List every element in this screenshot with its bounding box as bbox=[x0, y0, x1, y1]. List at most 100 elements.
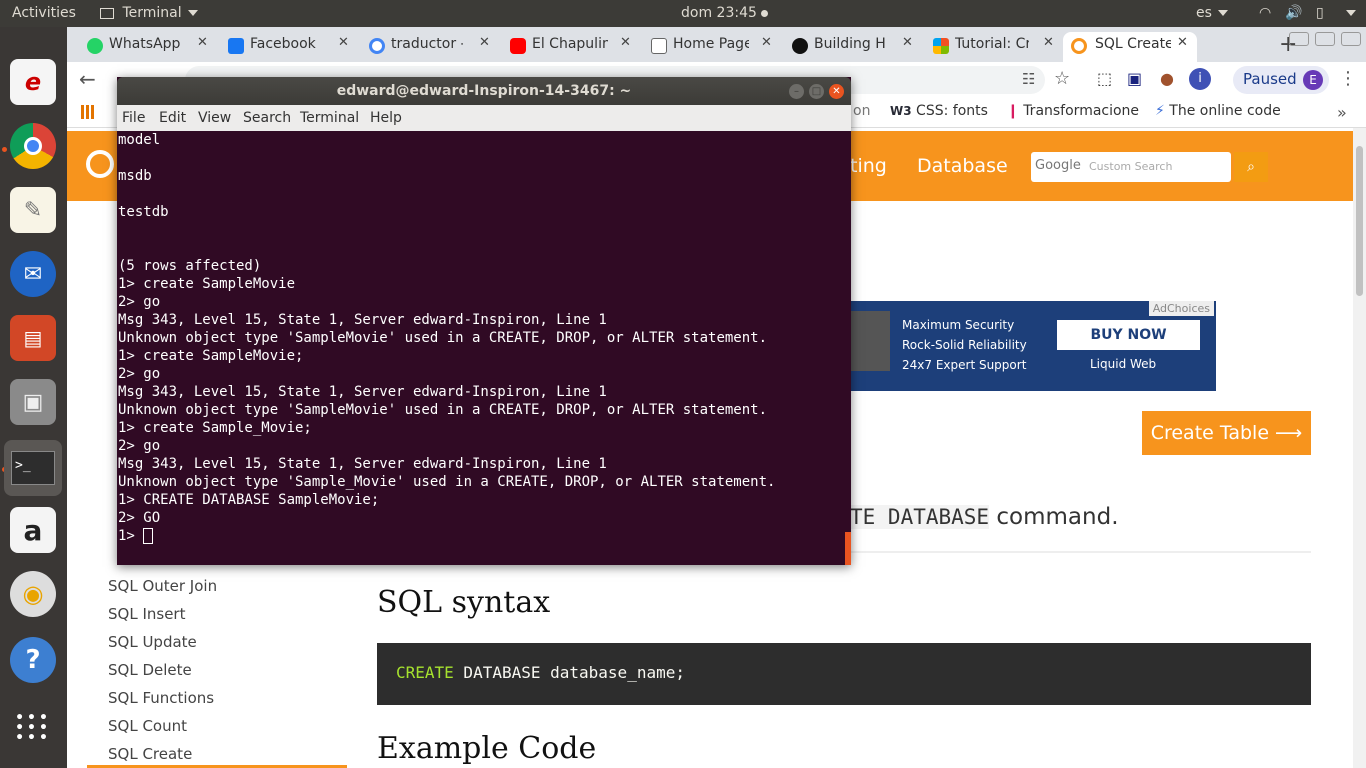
thunderbird-icon[interactable]: ✉ bbox=[10, 251, 56, 297]
tab-facebook[interactable]: Facebook ✕ bbox=[228, 32, 352, 62]
tab-tutorial[interactable]: Tutorial: Cr ✕ bbox=[933, 32, 1057, 62]
sidebar-item-update[interactable]: SQL Update bbox=[108, 633, 197, 651]
page-icon bbox=[651, 38, 667, 54]
menu-view[interactable]: View bbox=[198, 110, 231, 126]
search-button[interactable]: ⌕ bbox=[1234, 152, 1268, 182]
sidebar-item-functions[interactable]: SQL Functions bbox=[108, 689, 214, 707]
close-icon[interactable]: ✕ bbox=[902, 35, 913, 50]
chrome-icon[interactable] bbox=[10, 123, 56, 169]
extension-i-icon[interactable]: i bbox=[1189, 68, 1211, 90]
terminal-cursor bbox=[143, 528, 154, 544]
create-table-button[interactable]: Create Table ⟶ bbox=[1142, 411, 1311, 455]
more-menu-icon[interactable]: ⋮ bbox=[1339, 68, 1357, 89]
lightning-icon: ⚡ bbox=[1155, 103, 1165, 119]
sidebar-item-outer-join[interactable]: SQL Outer Join bbox=[108, 577, 217, 595]
tab-home-page[interactable]: Home Page ✕ bbox=[651, 32, 775, 62]
close-icon[interactable]: ✕ bbox=[338, 35, 349, 50]
screenshot-icon[interactable]: ⬚ bbox=[1097, 69, 1112, 88]
bookmark-item[interactable]: on bbox=[853, 103, 870, 119]
show-applications-icon[interactable]: ••• ••• ••• bbox=[10, 705, 56, 751]
battery-icon[interactable]: ▯ bbox=[1316, 5, 1324, 21]
amazon-icon[interactable]: a bbox=[10, 507, 56, 553]
ad-brand: Liquid Web bbox=[1090, 357, 1157, 371]
tab-label: Building H bbox=[814, 36, 886, 52]
app-menu-label: Terminal bbox=[122, 5, 182, 21]
bookmark-online-code[interactable]: ⚡ The online code bbox=[1155, 103, 1281, 119]
terminal-line: Msg 343, Level 15, State 1, Server edwar… bbox=[118, 312, 607, 328]
extension-reader-icon[interactable]: ▣ bbox=[1127, 69, 1142, 88]
tab-traductor[interactable]: traductor - ✕ bbox=[369, 32, 493, 62]
menu-terminal[interactable]: Terminal bbox=[300, 110, 359, 126]
volume-icon[interactable]: 🔊 bbox=[1285, 5, 1302, 21]
code-keyword: CREATE bbox=[396, 663, 454, 682]
bookmarks-overflow-icon[interactable]: » bbox=[1337, 103, 1347, 122]
nav-link-database[interactable]: Database bbox=[917, 155, 1008, 177]
text-editor-icon[interactable]: ✎ bbox=[10, 187, 56, 233]
terminal-prompt-line[interactable]: 1> bbox=[118, 527, 851, 545]
nav-link-hosting[interactable]: ting bbox=[850, 155, 887, 177]
close-icon[interactable]: ✕ bbox=[479, 35, 490, 50]
page-scrollbar[interactable] bbox=[1353, 128, 1366, 768]
terminal-line: testdb bbox=[118, 204, 169, 220]
close-window-button[interactable] bbox=[1341, 32, 1361, 46]
sidebar-item-count[interactable]: SQL Count bbox=[108, 717, 187, 735]
minimize-icon[interactable]: – bbox=[789, 84, 804, 99]
wifi-icon[interactable]: ◠ bbox=[1259, 5, 1271, 21]
system-menu[interactable] bbox=[1340, 5, 1356, 21]
sidebar-item-delete[interactable]: SQL Delete bbox=[108, 661, 192, 679]
sidebar-item-insert[interactable]: SQL Insert bbox=[108, 605, 185, 623]
menu-edit[interactable]: Edit bbox=[159, 110, 186, 126]
maximize-button[interactable] bbox=[1315, 32, 1335, 46]
close-icon[interactable]: ✕ bbox=[829, 84, 844, 99]
minimize-button[interactable] bbox=[1289, 32, 1309, 46]
help-icon[interactable]: ? bbox=[10, 637, 56, 683]
activities-button[interactable]: Activities bbox=[12, 5, 76, 21]
site-search-input[interactable]: Google Custom Search bbox=[1031, 152, 1231, 182]
terminal-window[interactable]: edward@edward-Inspiron-14-3467: ~ – □ ✕ … bbox=[117, 77, 851, 565]
tab-building[interactable]: Building H ✕ bbox=[792, 32, 916, 62]
language-label: es bbox=[1196, 5, 1212, 21]
tab-chapulin[interactable]: El Chapulin ✕ bbox=[510, 32, 634, 62]
clock[interactable]: dom 23:45 bbox=[681, 5, 769, 21]
language-menu[interactable]: es bbox=[1196, 5, 1228, 21]
menu-help[interactable]: Help bbox=[370, 110, 402, 126]
files-icon[interactable]: ▣ bbox=[10, 379, 56, 425]
close-icon[interactable]: ✕ bbox=[1177, 35, 1188, 50]
close-icon[interactable]: ✕ bbox=[761, 35, 772, 50]
chevron-down-icon bbox=[1346, 10, 1356, 16]
impress-icon[interactable]: ▤ bbox=[10, 315, 56, 361]
bookmark-label: The online code bbox=[1169, 103, 1281, 119]
sidebar-item-create[interactable]: SQL Create bbox=[108, 745, 192, 763]
adchoices-label[interactable]: AdChoices bbox=[1148, 301, 1214, 316]
close-icon[interactable]: ✕ bbox=[620, 35, 631, 50]
cookie-icon[interactable]: ● bbox=[1160, 69, 1174, 88]
bookmark-transformaciones[interactable]: ❙ Transformacione bbox=[1007, 103, 1139, 119]
bookmark-css-fonts[interactable]: W3 CSS: fonts bbox=[890, 103, 988, 119]
menu-search[interactable]: Search bbox=[243, 110, 291, 126]
terminal-titlebar[interactable]: edward@edward-Inspiron-14-3467: ~ bbox=[117, 77, 851, 105]
ad-banner[interactable]: AdChoices Maximum Security Rock-Solid Re… bbox=[850, 301, 1216, 391]
app-menu[interactable]: Terminal bbox=[100, 5, 198, 21]
scrollbar-thumb[interactable] bbox=[1356, 146, 1363, 296]
menu-file[interactable]: File bbox=[122, 110, 145, 126]
lenovo-app-icon[interactable]: e bbox=[10, 59, 56, 105]
chevron-down-icon bbox=[1217, 10, 1228, 16]
rhythmbox-icon[interactable]: ◉ bbox=[10, 571, 56, 617]
terminal-icon[interactable]: >_ bbox=[4, 440, 62, 496]
apps-grid-icon[interactable] bbox=[81, 105, 95, 119]
terminal-scrollbar[interactable] bbox=[845, 532, 851, 565]
terminal-line: Unknown object type 'Sample_Movie' used … bbox=[118, 474, 776, 490]
site-logo-icon[interactable] bbox=[86, 150, 114, 178]
back-arrow-icon[interactable]: ← bbox=[79, 67, 96, 91]
bookmark-star-icon[interactable]: ☆ bbox=[1054, 68, 1070, 89]
translate-icon[interactable]: ☷ bbox=[1022, 70, 1035, 88]
close-icon[interactable]: ✕ bbox=[197, 35, 208, 50]
maximize-icon[interactable]: □ bbox=[809, 84, 824, 99]
profile-paused-button[interactable]: Paused E bbox=[1233, 66, 1329, 94]
tab-whatsapp[interactable]: WhatsApp ✕ bbox=[87, 32, 211, 62]
tab-sql-create[interactable]: SQL Create ✕ bbox=[1063, 32, 1197, 62]
close-icon[interactable]: ✕ bbox=[1043, 35, 1054, 50]
ad-buy-now-button[interactable]: BUY NOW bbox=[1057, 320, 1200, 350]
terminal-output[interactable]: model msdb testdb (5 rows affected) 1> c… bbox=[117, 131, 851, 565]
